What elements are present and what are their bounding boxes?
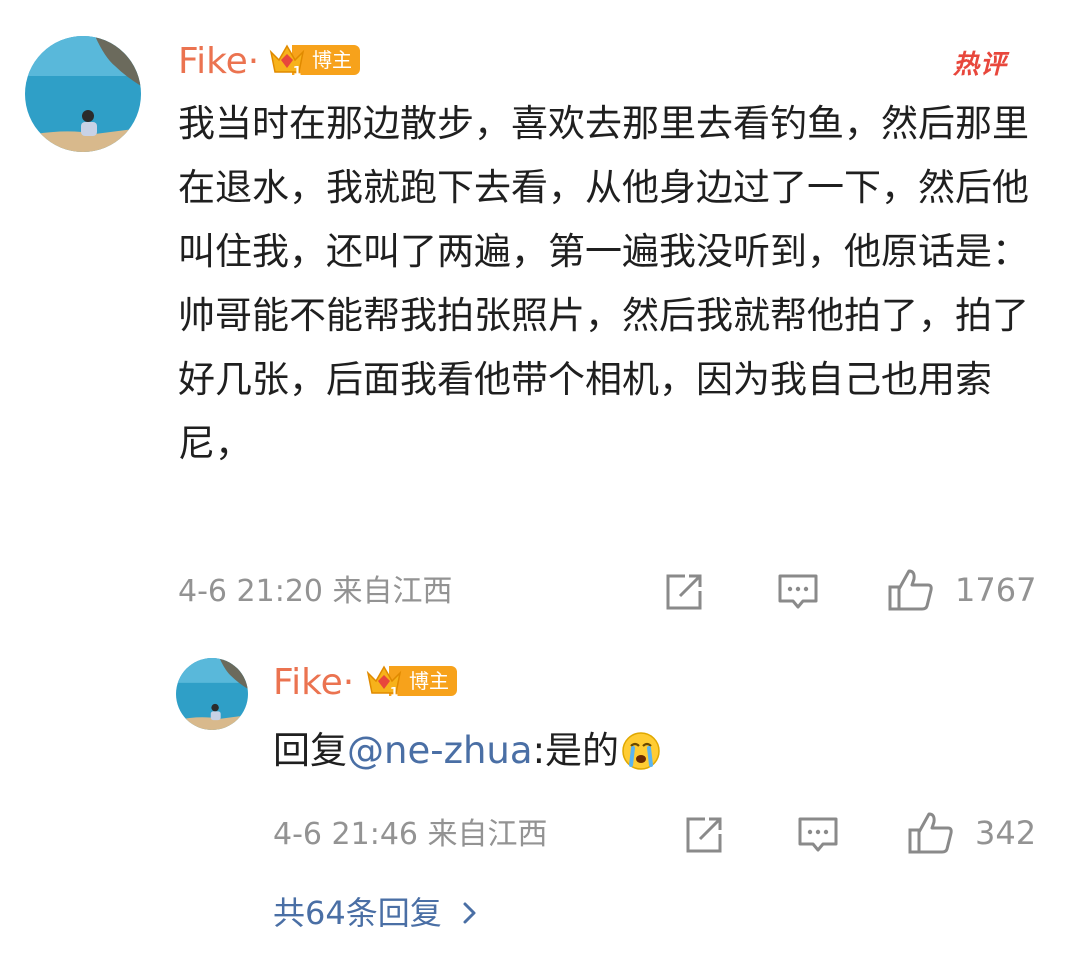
hot-comment-badge: 热评 [953,50,1008,80]
comment-location: 来自江西 [332,574,453,609]
reply-body: :是的 [532,729,620,772]
share-icon [686,817,722,853]
comment-text: 我当时在那边散步，喜欢去那里去看钓鱼，然后那里在退水，我就跑下去看，从他身边过了… [178,102,1029,465]
share-icon [666,574,702,610]
reply-avatar[interactable] [176,658,248,730]
like-button[interactable]: 1767 [887,567,1036,613]
reply-text: 回复 @ne-zhua :是的 [273,726,661,776]
thumbs-up-icon [888,569,933,611]
reply-button[interactable] [777,571,819,613]
thumbs-up-icon [908,812,953,854]
reply-author-name[interactable]: Fike· [273,661,354,705]
reply-comment-button[interactable] [797,814,839,856]
reply-share-button[interactable] [683,814,725,856]
reply-like-button[interactable]: 342 [907,810,1036,856]
crying-emoji-icon [622,732,660,770]
comment-time: 4-6 21:20 [178,574,323,609]
comment-timestamp: 4-6 21:20 来自江西 [178,572,453,612]
reply-time: 4-6 21:46 [273,817,418,852]
author-badge: 1 博主 [268,42,360,78]
share-button[interactable] [663,571,705,613]
more-replies-link[interactable]: 共64条回复 [273,893,482,933]
crown-icon: 1 [366,665,402,699]
reply-location: 来自江西 [427,817,548,852]
reply-like-count: 342 [975,814,1037,852]
more-replies-label: 共64条回复 [273,894,442,932]
comment-icon [798,817,838,852]
svg-text:1: 1 [293,64,301,78]
avatar[interactable] [25,36,141,152]
reply-timestamp: 4-6 21:46 来自江西 [273,815,548,855]
mention-link[interactable]: @ne-zhua [347,726,533,776]
author-name[interactable]: Fike· [178,40,259,84]
avatar-photo [176,658,248,730]
crown-icon: 1 [269,44,305,78]
reply-prefix: 回复 [273,729,347,772]
chevron-right-icon [463,902,476,924]
avatar-photo [25,36,141,152]
like-count: 1767 [955,571,1037,609]
comment-icon [778,574,818,609]
reply-author-badge: 1 博主 [365,663,457,699]
svg-text:1: 1 [390,685,398,699]
